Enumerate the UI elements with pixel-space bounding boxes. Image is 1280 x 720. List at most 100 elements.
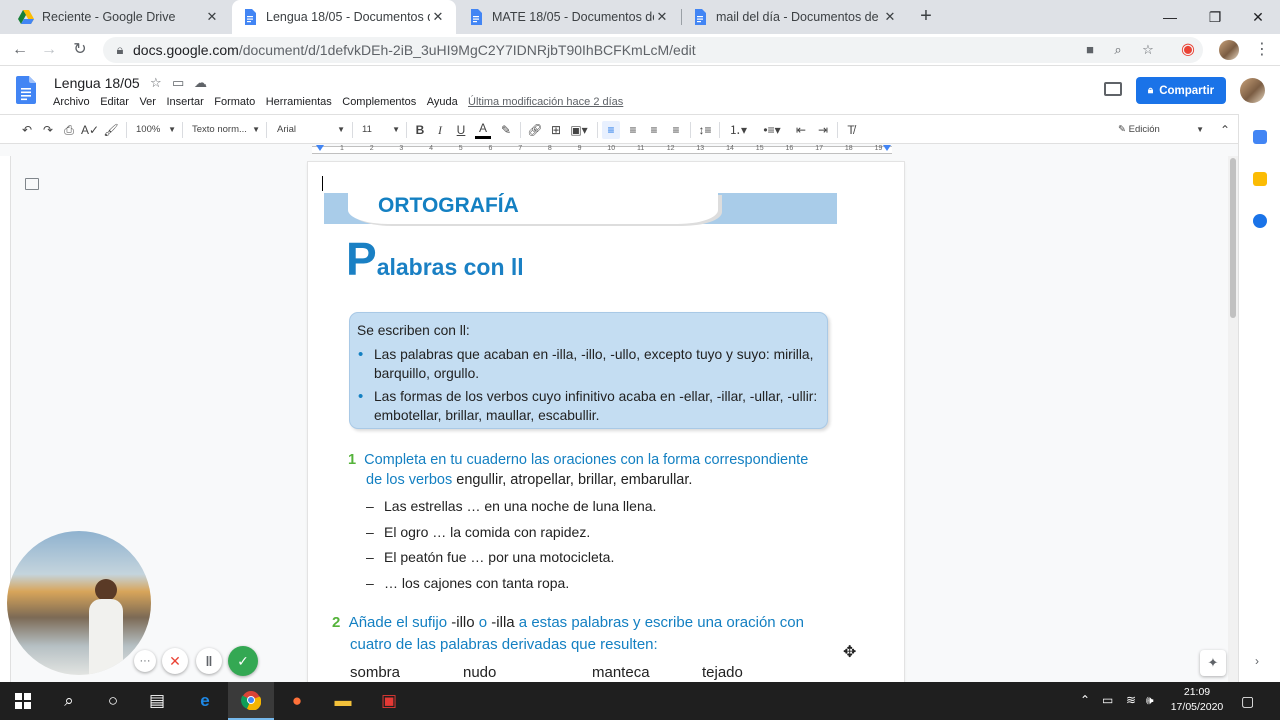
share-button[interactable]: 🔒︎ Compartir [1136, 77, 1226, 104]
chevron-right-icon[interactable]: › [1255, 654, 1259, 668]
notifications-icon[interactable]: ▢ [1241, 693, 1254, 710]
paint-format-icon[interactable]: 🖌︎ [102, 121, 120, 139]
webcam-overlay[interactable] [7, 531, 151, 675]
browser-tab-mail[interactable]: mail del día - Documentos de Google ✕ [682, 0, 908, 34]
spellcheck-icon[interactable]: A✓ [81, 121, 99, 139]
finish-recording-icon[interactable]: ✓ [228, 646, 258, 676]
zoom-icon[interactable]: ⌕ [1109, 41, 1127, 59]
back-arrow-icon[interactable]: ← [8, 38, 32, 62]
align-left-icon[interactable]: ≡ [602, 121, 620, 139]
editing-mode-select[interactable]: ✎ Edición ▼ [1118, 121, 1204, 139]
bulleted-list-icon[interactable]: •≡▾ [759, 121, 785, 139]
camera-icon[interactable]: ■ [1081, 41, 1099, 59]
underline-icon[interactable]: U [453, 121, 469, 139]
scrollbar-thumb[interactable] [1230, 158, 1236, 318]
line-spacing-icon[interactable]: ↕≡ [696, 121, 714, 139]
menu-editar[interactable]: Editar [100, 96, 129, 108]
minimize-icon[interactable]: — [1158, 5, 1182, 29]
explore-icon[interactable]: ✦ [1200, 650, 1226, 676]
close-tab-icon[interactable]: ✕ [654, 9, 670, 25]
redo-icon[interactable]: ↷ [39, 121, 57, 139]
align-center-icon[interactable]: ≡ [624, 121, 642, 139]
battery-icon[interactable]: ▭ [1102, 693, 1113, 707]
wifi-icon[interactable]: ≋ [1126, 693, 1136, 707]
justify-icon[interactable]: ≡ [667, 121, 685, 139]
edge-icon[interactable]: e [182, 682, 228, 720]
chevron-up-icon[interactable]: ⌃ [1216, 121, 1234, 139]
menu-complementos[interactable]: Complementos [342, 96, 416, 108]
cloud-status-icon[interactable]: ☁ [194, 75, 207, 91]
numbered-list-icon[interactable]: ⒈▾ [725, 121, 751, 139]
menu-herramientas[interactable]: Herramientas [266, 96, 332, 108]
system-clock[interactable]: 21:09 17/05/2020 [1168, 685, 1226, 715]
highlight-icon[interactable]: ✎ [498, 121, 514, 139]
menu-insertar[interactable]: Insertar [166, 96, 203, 108]
close-tab-icon[interactable]: ✕ [430, 9, 446, 25]
profile-avatar[interactable] [1219, 40, 1239, 60]
search-icon[interactable]: ⌕ [46, 682, 92, 720]
font-select[interactable]: Arial ▼ [277, 121, 345, 139]
document-outline-icon[interactable] [25, 178, 39, 190]
extension-icon[interactable]: ◉ [1176, 38, 1200, 62]
task-view-icon[interactable]: ▤ [134, 682, 180, 720]
align-right-icon[interactable]: ≡ [645, 121, 663, 139]
restore-icon[interactable]: ❐ [1203, 5, 1227, 29]
menu-formato[interactable]: Formato [214, 96, 255, 108]
insert-image-icon[interactable]: ▣▾ [568, 121, 590, 139]
font-size-select[interactable]: 11 ▼ [362, 121, 400, 139]
increase-indent-icon[interactable]: ⇥ [814, 121, 832, 139]
word-item: tejado [702, 664, 743, 681]
link-icon[interactable]: 🔗︎ [526, 121, 544, 139]
address-bar[interactable]: 🔒︎ docs.google.com/document/d/1defvkDEh-… [103, 37, 1203, 63]
italic-icon[interactable]: I [432, 121, 448, 139]
comment-history-icon[interactable] [1104, 82, 1122, 96]
vertical-scrollbar[interactable] [1228, 156, 1238, 682]
calendar-icon[interactable] [1253, 130, 1267, 144]
menu-ver[interactable]: Ver [139, 96, 156, 108]
firefox-icon[interactable]: ● [274, 682, 320, 720]
tasks-icon[interactable] [1253, 214, 1267, 228]
browser-tab-lengua[interactable]: Lengua 18/05 - Documentos de Google ✕ [232, 0, 456, 34]
browser-menu-icon[interactable]: ⋮ [1250, 38, 1274, 62]
horizontal-ruler[interactable]: 1 2 3 4 5 6 7 8 9 10 11 12 13 14 15 16 17 18 19 [0, 144, 1238, 156]
style-select[interactable]: Texto norm... ▼ [192, 121, 260, 139]
text-color-icon[interactable]: A [475, 121, 491, 139]
add-comment-icon[interactable]: ⊞ [547, 121, 565, 139]
windows-start-icon[interactable] [0, 682, 46, 720]
pause-icon[interactable]: ‖ [196, 648, 222, 674]
volume-icon[interactable]: 🕪︎ [1146, 693, 1154, 708]
decrease-indent-icon[interactable]: ⇤ [792, 121, 810, 139]
browser-tab-drive[interactable]: Reciente - Google Drive ✕ [8, 0, 230, 34]
chrome-icon[interactable] [228, 682, 274, 720]
menu-archivo[interactable]: Archivo [53, 96, 90, 108]
zoom-select[interactable]: 100% ▼ [136, 121, 176, 139]
screen-recorder-icon[interactable]: ▣ [366, 682, 412, 720]
last-edit-link[interactable]: Última modificación hace 2 días [468, 96, 623, 108]
cortana-icon[interactable]: ○ [90, 682, 136, 720]
clear-formatting-icon[interactable]: T̸ [842, 121, 860, 139]
undo-icon[interactable]: ↶ [18, 121, 36, 139]
document-title[interactable]: Lengua 18/05 [54, 75, 140, 91]
keep-icon[interactable] [1253, 172, 1267, 186]
bookmark-star-icon[interactable]: ☆ [1139, 41, 1157, 59]
lock-icon[interactable]: 🔒︎ [111, 41, 129, 59]
cancel-recording-icon[interactable]: ✕ [162, 648, 188, 674]
forward-arrow-icon[interactable]: → [37, 38, 61, 62]
close-tab-icon[interactable]: ✕ [882, 9, 898, 25]
bold-icon[interactable]: B [412, 121, 428, 139]
star-icon[interactable]: ☆ [150, 75, 162, 91]
reload-icon[interactable]: ↻ [68, 38, 92, 62]
print-icon[interactable]: ⎙ [60, 121, 78, 139]
account-avatar[interactable] [1240, 78, 1265, 103]
file-explorer-icon[interactable]: ▬ [320, 682, 366, 720]
google-docs-logo-icon[interactable] [16, 76, 36, 104]
more-options-icon[interactable]: ··· [134, 650, 156, 672]
new-tab-button[interactable]: + [914, 5, 938, 29]
move-folder-icon[interactable]: ▭ [172, 75, 184, 91]
browser-tab-mate[interactable]: MATE 18/05 - Documentos de Google ✕ [458, 0, 680, 34]
close-tab-icon[interactable]: ✕ [204, 9, 220, 25]
menu-ayuda[interactable]: Ayuda [427, 96, 458, 108]
close-window-icon[interactable]: ✕ [1246, 5, 1270, 29]
chevron-up-icon[interactable]: ⌃ [1080, 693, 1090, 707]
document-page[interactable]: ORTOGRAFÍA Palabras con ll Se escriben c… [308, 162, 904, 692]
